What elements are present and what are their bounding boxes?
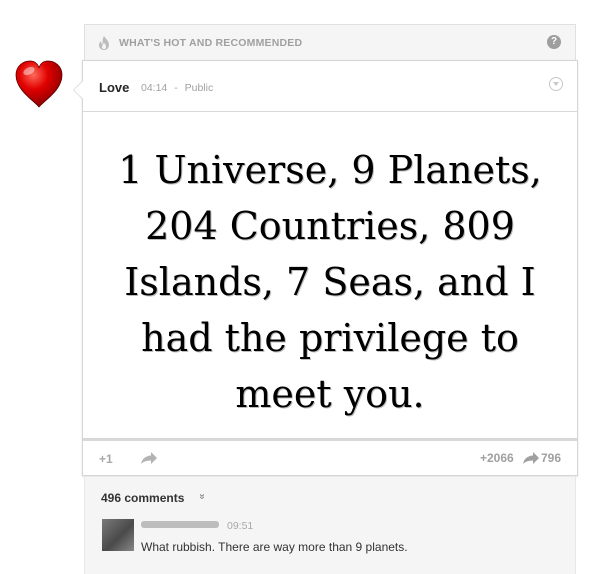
quote-text: 1 Universe, 9 Planets, 204 Countries, 80…	[83, 142, 577, 422]
quote-line: Islands, 7 Seas, and I	[124, 260, 536, 304]
flame-icon	[99, 36, 109, 50]
quote-line: 1 Universe, 9 Planets,	[118, 148, 542, 192]
post-actions: +1 +2066 796	[83, 443, 577, 473]
help-icon[interactable]: ?	[547, 35, 561, 49]
quote-line: meet you.	[235, 372, 425, 416]
card-pointer-inner	[74, 81, 83, 99]
quote-line: 204 Countries, 809	[145, 204, 515, 248]
post-card: Love 04:14 - Public 1 Universe, 9 Planet…	[82, 60, 578, 476]
plus-count[interactable]: +2066	[480, 451, 514, 465]
author-name[interactable]: Love	[99, 80, 129, 95]
comment-text: What rubbish. There are way more than 9 …	[141, 540, 408, 554]
avatar[interactable]	[102, 519, 134, 551]
comments-count[interactable]: 496 comments	[101, 491, 184, 505]
quote-line: had the privilege to	[141, 316, 519, 360]
reshare-icon	[523, 452, 539, 464]
section-title: WHAT'S HOT AND RECOMMENDED	[119, 37, 303, 49]
share-count[interactable]: 796	[541, 451, 561, 465]
chevron-down-icon[interactable]: »	[196, 494, 207, 500]
post-image[interactable]: 1 Universe, 9 Planets, 204 Countries, 80…	[83, 111, 577, 441]
commenter-name-redacted	[141, 521, 219, 528]
comment-time[interactable]: 09:51	[227, 520, 253, 532]
post-visibility[interactable]: Public	[185, 82, 214, 94]
post-menu-icon[interactable]	[549, 77, 563, 91]
heart-icon	[15, 60, 63, 108]
post-meta: 04:14 - Public	[141, 82, 217, 94]
whats-hot-bar: WHAT'S HOT AND RECOMMENDED ?	[84, 24, 576, 60]
share-icon[interactable]	[140, 451, 158, 465]
plus-one-button[interactable]: +1	[99, 452, 113, 466]
comments-section: 496 comments » 09:51 What rubbish. There…	[84, 477, 576, 574]
post-time[interactable]: 04:14	[141, 82, 167, 94]
meta-separator: -	[174, 82, 178, 94]
